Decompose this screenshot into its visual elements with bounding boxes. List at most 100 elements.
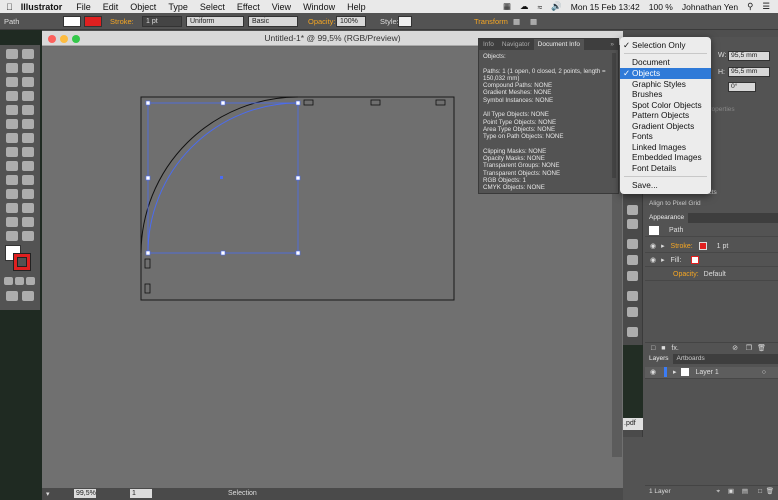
volume-icon[interactable]: 🔊 bbox=[551, 1, 562, 12]
tab-navigator[interactable]: Navigator bbox=[498, 39, 534, 50]
width-field[interactable]: 95,5 mm bbox=[728, 51, 770, 61]
stroke-color-icon[interactable] bbox=[13, 253, 31, 271]
direct-selection-tool-icon[interactable] bbox=[22, 49, 34, 59]
rotate-tool-icon[interactable] bbox=[6, 133, 18, 143]
opacity-input[interactable]: 100% bbox=[336, 16, 366, 27]
handle-top-center[interactable] bbox=[220, 100, 226, 106]
symbol-sprayer-tool-icon[interactable] bbox=[6, 203, 18, 213]
screen-mode-icon[interactable] bbox=[22, 291, 34, 301]
status-text[interactable]: Selection bbox=[228, 490, 257, 497]
transform-panel-icon[interactable] bbox=[627, 255, 638, 265]
pencil-tool-icon[interactable] bbox=[22, 105, 34, 115]
zoom-window-icon[interactable] bbox=[72, 35, 80, 43]
cloud-icon[interactable]: ☁ bbox=[520, 1, 529, 12]
eraser-tool-icon[interactable] bbox=[6, 119, 18, 129]
export-panel-icon[interactable] bbox=[627, 307, 638, 317]
graphic-style-swatch[interactable] bbox=[398, 16, 412, 27]
stroke-weight-select[interactable]: 1 pt bbox=[142, 16, 182, 27]
clipping-mask-icon[interactable]: ▣ bbox=[728, 486, 734, 498]
new-sublayer-icon[interactable]: ▤ bbox=[742, 486, 748, 498]
pathfinder-panel-icon[interactable] bbox=[627, 271, 638, 281]
stroke-row-value[interactable]: 1 pt bbox=[717, 243, 729, 250]
distribute-icon[interactable]: ▦ bbox=[530, 17, 537, 26]
search-icon[interactable]: ⚲ bbox=[747, 1, 753, 12]
menu-help[interactable]: Help bbox=[347, 2, 366, 12]
stroke-label[interactable]: Stroke: bbox=[110, 17, 134, 26]
collapse-icon[interactable]: » bbox=[606, 39, 618, 50]
appearance-path-row[interactable]: Path bbox=[645, 225, 778, 237]
menu-object[interactable]: Object bbox=[130, 2, 156, 12]
menu-window[interactable]: Window bbox=[303, 2, 335, 12]
opacity-label[interactable]: Opacity: bbox=[308, 17, 336, 26]
appearance-opacity-row[interactable]: Opacity: Default bbox=[645, 269, 778, 281]
docinfo-scrollbar[interactable] bbox=[612, 53, 616, 178]
delete-layer-icon[interactable]: 🗑 bbox=[766, 486, 774, 498]
perspective-grid-tool-icon[interactable] bbox=[22, 161, 34, 171]
menu-brushes[interactable]: Brushes bbox=[620, 89, 711, 100]
menu-graphic-styles[interactable]: Graphic Styles bbox=[620, 79, 711, 90]
type-tool-icon[interactable] bbox=[22, 77, 34, 87]
layer-name[interactable]: Layer 1 bbox=[695, 369, 718, 376]
handle-bottom-left[interactable] bbox=[145, 250, 151, 256]
line-tool-icon[interactable] bbox=[6, 91, 18, 101]
fx-button[interactable]: fx. bbox=[671, 345, 678, 352]
app-menu[interactable]: Illustrator bbox=[21, 2, 63, 12]
ellipse-tool-icon[interactable] bbox=[22, 91, 34, 101]
rotate-field[interactable]: 0° bbox=[728, 82, 756, 92]
gradient-mode-icon[interactable] bbox=[15, 277, 24, 285]
brush-definition[interactable]: Basic bbox=[248, 16, 298, 27]
menu-font-details[interactable]: Font Details bbox=[620, 163, 711, 174]
menu-pattern-objects[interactable]: Pattern Objects bbox=[620, 110, 711, 121]
appearance-stroke-row[interactable]: ◉ ▸ Stroke: 1 pt bbox=[645, 241, 778, 253]
menu-type[interactable]: Type bbox=[168, 2, 188, 12]
symbols-panel-icon[interactable] bbox=[627, 219, 638, 229]
user-name[interactable]: Johnathan Yen bbox=[682, 2, 738, 12]
menu-select[interactable]: Select bbox=[200, 2, 225, 12]
artboard[interactable] bbox=[140, 96, 455, 301]
lasso-tool-icon[interactable] bbox=[22, 63, 34, 73]
scissors-tool-icon[interactable] bbox=[22, 119, 34, 129]
menu-edit[interactable]: Edit bbox=[103, 2, 119, 12]
visibility-eye-icon[interactable]: ◉ bbox=[650, 369, 656, 376]
new-fill-icon[interactable]: ■ bbox=[661, 345, 665, 352]
visibility-eye-icon[interactable]: ◉ bbox=[650, 257, 656, 264]
menu-document[interactable]: Document bbox=[620, 57, 711, 68]
gradient-tool-icon[interactable] bbox=[22, 175, 34, 185]
tab-appearance[interactable]: Appearance bbox=[645, 213, 689, 223]
transform-link[interactable]: Transform bbox=[474, 17, 508, 26]
tab-info[interactable]: Info bbox=[479, 39, 498, 50]
handle-bottom-center[interactable] bbox=[220, 250, 226, 256]
variable-width-profile[interactable]: Uniform bbox=[186, 16, 244, 27]
new-stroke-icon[interactable]: □ bbox=[651, 345, 655, 352]
height-field[interactable]: 95,5 mm bbox=[728, 67, 770, 77]
zoom-tool-icon[interactable] bbox=[22, 231, 34, 241]
fill-row-label[interactable]: Fill: bbox=[671, 257, 682, 264]
new-layer-icon[interactable]: □ bbox=[758, 486, 762, 498]
draw-mode-icon[interactable] bbox=[6, 291, 18, 301]
layer-row[interactable]: ◉ ▸ Layer 1 ○ bbox=[645, 367, 778, 379]
menu-linked-images[interactable]: Linked Images bbox=[620, 142, 711, 153]
desktop-file-label[interactable]: .pdf bbox=[623, 418, 643, 430]
handle-bottom-right[interactable] bbox=[295, 250, 301, 256]
selection-tool-icon[interactable] bbox=[6, 49, 18, 59]
mesh-tool-icon[interactable] bbox=[6, 175, 18, 185]
expand-triangle-icon[interactable]: ▸ bbox=[673, 369, 677, 376]
list-icon[interactable]: ☰ bbox=[762, 1, 770, 12]
target-circle-icon[interactable]: ○ bbox=[762, 367, 766, 379]
menu-gradient-objects[interactable]: Gradient Objects bbox=[620, 121, 711, 132]
menu-objects[interactable]: ✓ Objects bbox=[620, 68, 711, 79]
apple-icon[interactable]:  bbox=[6, 2, 13, 12]
column-graph-tool-icon[interactable] bbox=[22, 203, 34, 213]
minimize-window-icon[interactable] bbox=[60, 35, 68, 43]
fill-swatch[interactable] bbox=[63, 16, 81, 27]
hand-tool-icon[interactable] bbox=[6, 231, 18, 241]
color-mode-icon[interactable] bbox=[4, 277, 13, 285]
appearance-fill-row[interactable]: ◉ ▸ Fill: bbox=[645, 255, 778, 267]
align-pixel-grid-option[interactable]: Align to Pixel Grid bbox=[649, 200, 701, 207]
handle-top-left[interactable] bbox=[145, 100, 151, 106]
artboards-panel-icon[interactable] bbox=[627, 205, 638, 215]
close-window-icon[interactable] bbox=[48, 35, 56, 43]
libraries-panel-icon[interactable] bbox=[627, 291, 638, 301]
css-panel-icon[interactable] bbox=[627, 327, 638, 337]
menu-embedded-images[interactable]: Embedded Images bbox=[620, 152, 711, 163]
